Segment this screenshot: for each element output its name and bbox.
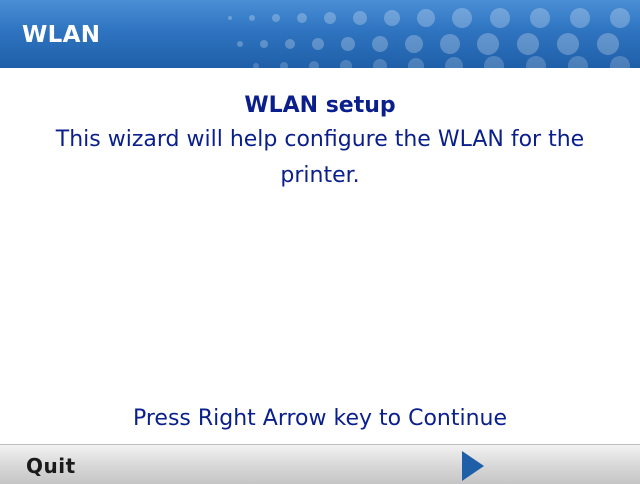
softkey-bar: Quit bbox=[0, 444, 640, 484]
quit-button[interactable]: Quit bbox=[26, 454, 76, 478]
printer-screen: WLAN WLAN setup This wizard will help co… bbox=[0, 0, 640, 484]
title-bar: WLAN bbox=[0, 0, 640, 68]
continue-prompt: Press Right Arrow key to Continue bbox=[132, 406, 508, 431]
wizard-heading: WLAN setup bbox=[244, 93, 396, 118]
screen-title: WLAN bbox=[22, 22, 101, 48]
right-arrow-icon[interactable] bbox=[462, 451, 484, 481]
wizard-content: WLAN setup This wizard will help configu… bbox=[0, 80, 640, 194]
wizard-message: This wizard will help configure the WLAN… bbox=[55, 127, 585, 188]
